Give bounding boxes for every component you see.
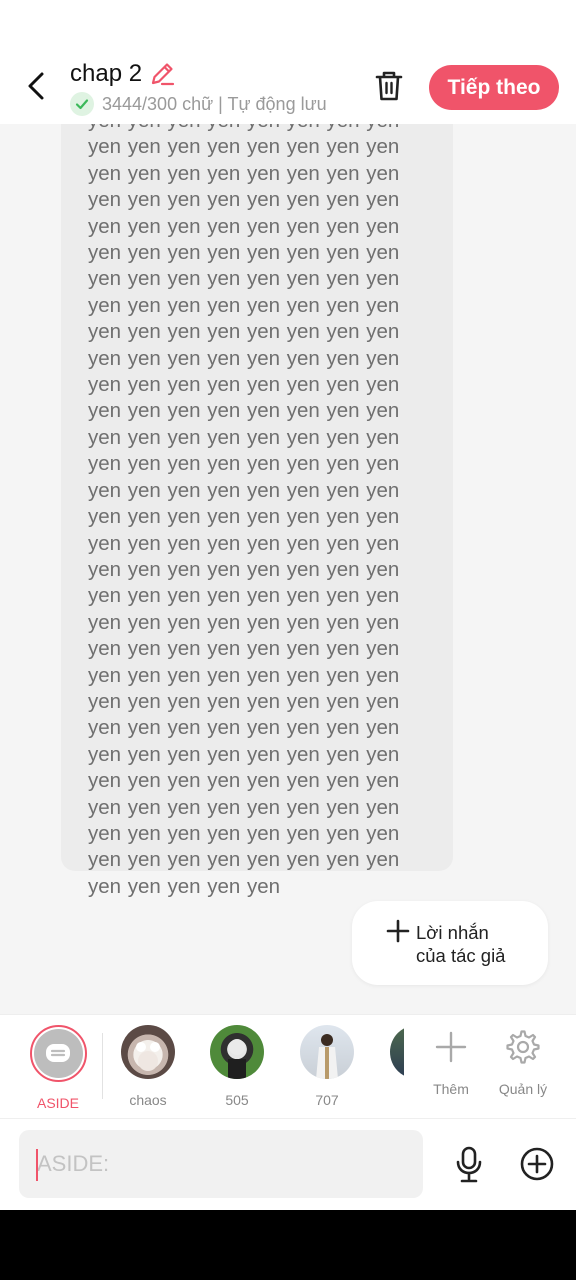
author-note-label: Lời nhắn của tác giả <box>416 922 506 966</box>
avatar <box>121 1025 175 1079</box>
avatar <box>390 1025 404 1079</box>
status-bar-area <box>0 0 576 52</box>
character-bar: ASIDE chaos 505 707 Thêm Quản lý <box>0 1014 576 1118</box>
next-button[interactable]: Tiếp theo <box>429 65 559 110</box>
back-button[interactable] <box>18 68 54 104</box>
chapter-title: chap 2 <box>70 60 143 87</box>
avatar <box>300 1025 354 1079</box>
save-status-row: 3444/300 chữ | Tự động lưu <box>70 92 327 116</box>
word-count-status: 3444/300 chữ | Tự động lưu <box>102 93 327 114</box>
plus-icon <box>435 1031 467 1063</box>
chat-bubble-icon <box>46 1043 70 1062</box>
text-caret <box>36 1149 38 1181</box>
plus-icon <box>386 919 410 943</box>
trash-icon <box>375 71 403 101</box>
character-label: 707 <box>315 1092 339 1108</box>
add-label: Thêm <box>433 1081 469 1097</box>
message-text: yen yen yen yen yen yen yen yen yen yen … <box>88 124 400 898</box>
manage-label: Quản lý <box>498 1081 548 1097</box>
editor-header: chap 2 3444/300 chữ | Tự động lưu Tiếp t… <box>0 52 576 124</box>
system-navigation-bar <box>0 1210 576 1280</box>
delete-button[interactable] <box>372 68 406 104</box>
message-bubble[interactable]: yen yen yen yen yen yen yen yen yen yen … <box>61 124 453 898</box>
character-707[interactable]: 707 <box>295 1025 359 1108</box>
gear-icon <box>506 1030 540 1064</box>
add-character-button[interactable]: Thêm <box>416 1027 486 1097</box>
divider <box>102 1033 103 1099</box>
check-icon <box>70 92 94 116</box>
microphone-icon <box>456 1146 482 1183</box>
character-label: chaos <box>129 1092 167 1108</box>
author-note-button[interactable]: Lời nhắn của tác giả <box>352 901 548 985</box>
compose-bar <box>0 1118 576 1210</box>
add-attachment-button[interactable] <box>518 1145 556 1183</box>
chevron-left-icon <box>28 72 44 100</box>
character-label: 505 <box>225 1092 249 1108</box>
circle-plus-icon <box>520 1147 554 1181</box>
chapter-content[interactable]: yen yen yen yen yen yen yen yen yen yen … <box>0 124 576 1014</box>
character-505[interactable]: 505 <box>205 1025 269 1108</box>
voice-input-button[interactable] <box>451 1143 487 1187</box>
avatar <box>210 1025 264 1079</box>
pencil-icon[interactable] <box>148 60 176 88</box>
character-chaos[interactable]: chaos <box>116 1025 180 1108</box>
message-input[interactable] <box>19 1130 423 1198</box>
character-partial[interactable] <box>390 1025 404 1081</box>
character-label: ASIDE <box>36 1095 79 1111</box>
aside-avatar <box>29 1025 87 1082</box>
title-row: chap 2 <box>70 60 176 88</box>
character-aside[interactable]: ASIDE <box>26 1025 90 1111</box>
manage-characters-button[interactable]: Quản lý <box>488 1027 558 1097</box>
